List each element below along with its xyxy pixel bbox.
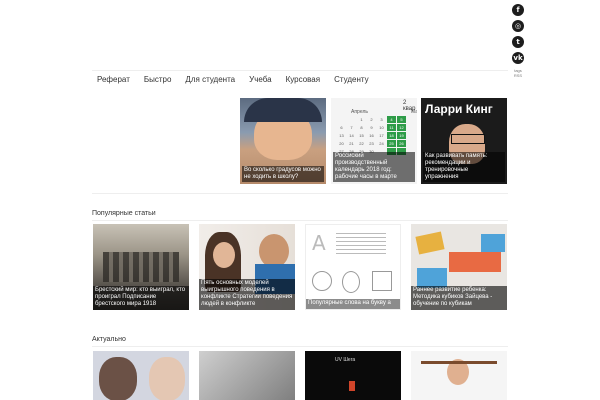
calendar-cell: 1 [360, 117, 363, 122]
uv-text: UV Шега [335, 357, 356, 363]
vk-icon[interactable]: vk [512, 52, 524, 64]
featured-caption-1[interactable]: Во сколько градусов можно не ходить в шк… [242, 166, 324, 182]
calendar-cell: 3 [380, 117, 383, 122]
woman-face [213, 242, 235, 268]
rss-text[interactable]: tags RSS [511, 68, 525, 78]
actual-section-title: Актуально [92, 336, 126, 343]
popular-card-1[interactable]: Брестский мир: кто выиграл, кто проиграл… [93, 224, 189, 310]
red-light-shape [349, 381, 355, 391]
actual-card-2[interactable] [199, 351, 295, 400]
nav-item-referat[interactable]: Реферат [92, 73, 130, 87]
calendar-cell: 15 [359, 133, 364, 138]
calendar-cell: 5 [397, 116, 406, 123]
braids-shape [421, 361, 497, 364]
instagram-icon[interactable]: ◎ [512, 20, 524, 32]
calendar-cell: 10 [379, 125, 384, 130]
twitter-icon[interactable]: t [512, 36, 524, 48]
calendar-cell: 26 [397, 140, 406, 147]
nav-item-ucheba[interactable]: Учеба [244, 73, 271, 87]
calendar-cell: 2 [370, 117, 373, 122]
nav-item-kursovaya[interactable]: Курсовая [281, 73, 321, 87]
calendar-cell: 12 [397, 124, 406, 131]
calendar-cell: 21 [349, 141, 354, 146]
cube-yellow [415, 231, 445, 255]
soldiers-photo [103, 252, 179, 282]
calendar-cell [337, 116, 346, 123]
popular-card-2[interactable]: Пять основных моделей выигрышного поведе… [199, 224, 295, 310]
calendar-cell: 4 [387, 116, 396, 123]
portrait-woman [149, 357, 185, 400]
calendar-cell: 11 [387, 124, 396, 131]
nav-item-bystro[interactable]: Быстро [139, 73, 172, 87]
popular-card-4[interactable]: Раннее развитие ребенка: Методика кубико… [411, 224, 507, 310]
featured-card-2[interactable]: Апрель 2 квар Ма 1 2 3 4 5 6 7 8 9 10 11 12 13 14 15 16… [331, 98, 417, 184]
nav-item-studentu[interactable]: Студенту [329, 73, 369, 87]
actual-card-3[interactable]: UV Шега [305, 351, 401, 400]
calendar-cell: 16 [369, 133, 374, 138]
calendar-cell: 8 [360, 125, 363, 130]
box-drawing [372, 271, 392, 291]
egg-drawing [342, 271, 360, 293]
nav-item-dlya-studenta[interactable]: Для студента [180, 73, 235, 87]
main-nav: Реферат Быстро Для студента Учеба Курсов… [92, 73, 378, 87]
portrait-man [99, 357, 137, 400]
calendar-cell: 17 [379, 133, 384, 138]
section-divider-1 [92, 193, 508, 194]
actual-card-4[interactable] [411, 351, 507, 400]
featured-caption-2[interactable]: Россиский производственный календарь 201… [333, 152, 415, 182]
calendar-cell: 6 [340, 125, 343, 130]
popular-caption-2[interactable]: Пять основных моделей выигрышного поведе… [199, 279, 295, 310]
calendar-cell: 24 [379, 141, 384, 146]
popular-card-3[interactable]: А Популярные слова на букву а [305, 224, 401, 310]
calendar-cell [347, 116, 356, 123]
glasses-shape [451, 134, 485, 144]
social-links: f ◎ t vk tags RSS [511, 4, 525, 78]
popular-divider [92, 220, 508, 221]
calendar-cell: 7 [350, 125, 353, 130]
cube-blue-2 [417, 268, 447, 288]
popular-caption-4[interactable]: Раннее развитие ребенка: Методика кубико… [411, 286, 507, 310]
calendar-cell: 14 [349, 133, 354, 138]
calendar-grid: 1 2 3 4 5 6 7 8 9 10 11 12 13 14 15 16 17 18 19 20 21 22 23 24 2… [337, 116, 406, 155]
popular-caption-1[interactable]: Брестский мир: кто выиграл, кто проиграл… [93, 286, 189, 310]
cube-orange [449, 252, 501, 272]
calendar-cell: 25 [387, 140, 396, 147]
letter-a-glyph: А [312, 231, 326, 255]
cube-blue-1 [481, 234, 505, 252]
actual-card-1[interactable] [93, 351, 189, 400]
actual-divider [92, 346, 508, 347]
calendar-cell: 18 [387, 132, 396, 139]
featured-caption-3[interactable]: Как развивать память: рекомендации и тре… [423, 152, 505, 182]
man-image [259, 234, 289, 268]
calendar-cell: 19 [397, 132, 406, 139]
calendar-cell: 13 [339, 133, 344, 138]
nav-divider [92, 70, 508, 71]
text-lines [336, 233, 386, 257]
calendar-cell: 20 [339, 141, 344, 146]
calendar-cell: 22 [359, 141, 364, 146]
featured-card-3[interactable]: Ларри Кинг Как развивать память: рекомен… [421, 98, 507, 184]
quarter-sub: Ма [411, 109, 417, 115]
popular-caption-3[interactable]: Популярные слова на букву а [306, 299, 400, 309]
larry-king-title: Ларри Кинг [425, 102, 493, 116]
calendar-cell: 9 [370, 125, 373, 130]
facebook-icon[interactable]: f [512, 4, 524, 16]
popular-section-title: Популярные статьи [92, 210, 156, 217]
calendar-month: Апрель [351, 109, 368, 115]
pumpkin-drawing [312, 271, 332, 291]
calendar-cell: 23 [369, 141, 374, 146]
featured-card-1[interactable]: Во сколько градусов можно не ходить в шк… [240, 98, 326, 184]
hood-shape [244, 98, 322, 122]
